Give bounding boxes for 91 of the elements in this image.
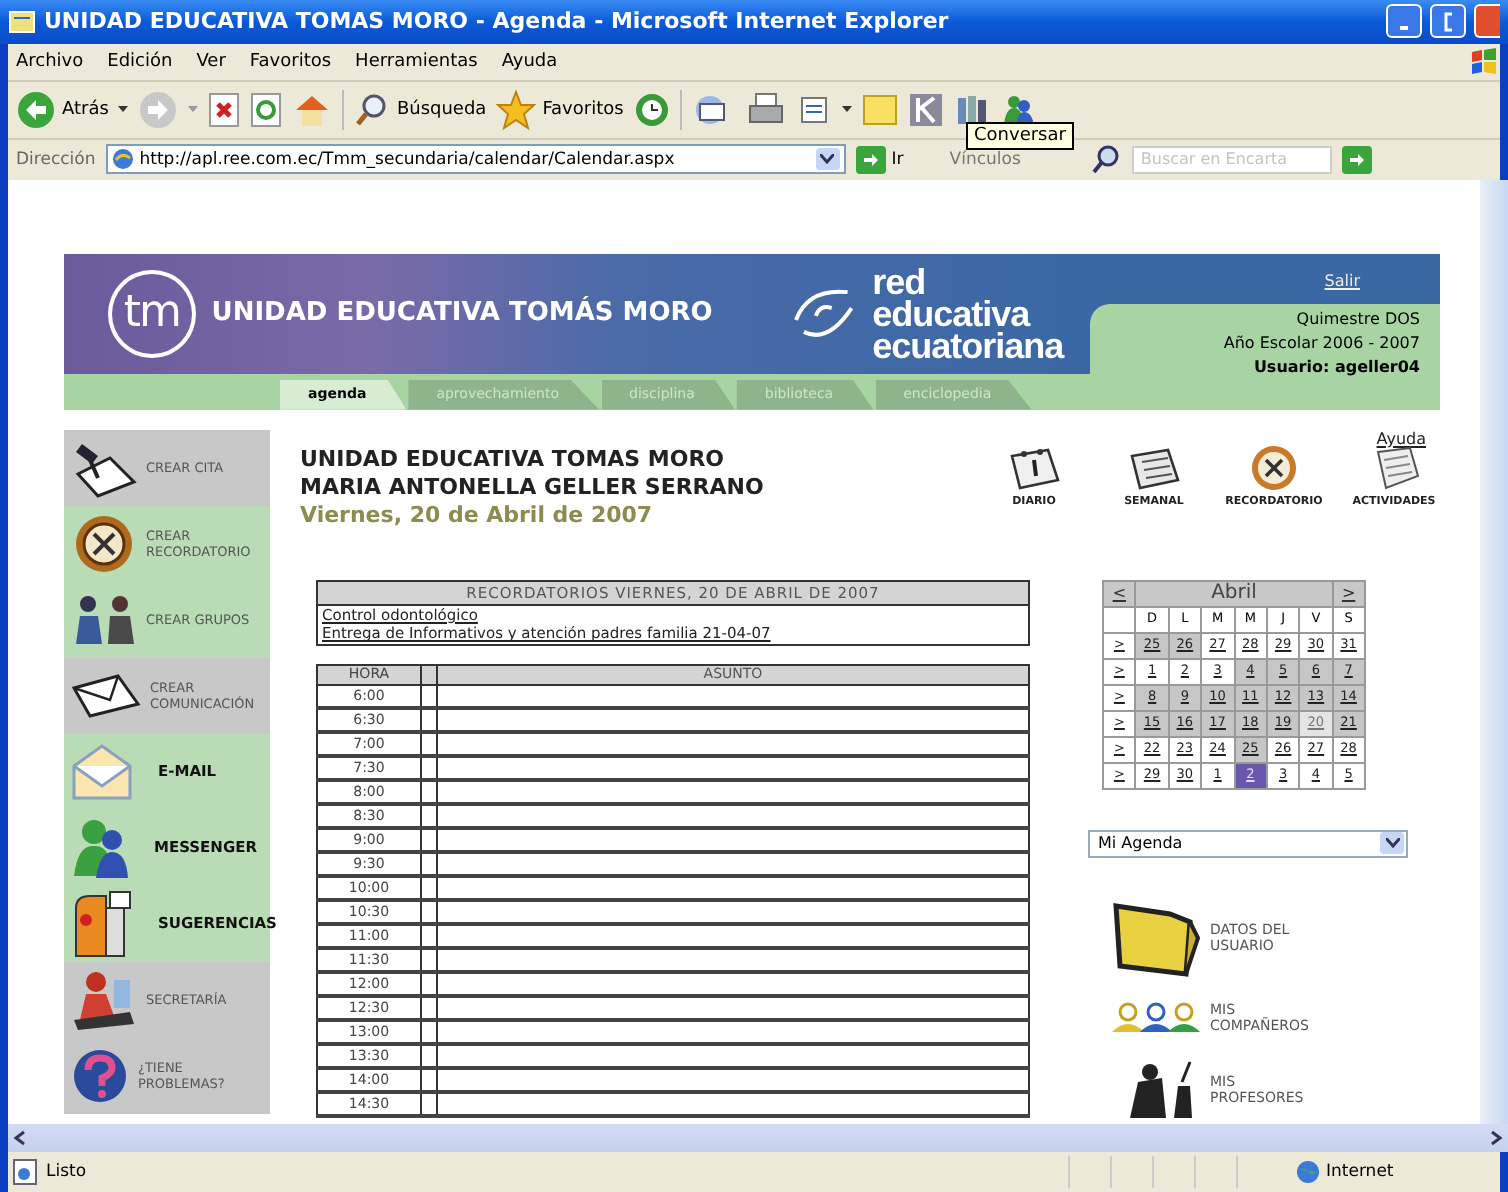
star-icon [496,89,537,130]
subject-cell[interactable] [437,1020,1029,1045]
school-heading: UNIDAD EDUCATIVA TOMAS MORO [300,445,727,474]
subject-cell[interactable] [437,780,1029,805]
encarta-search-field[interactable]: Buscar en Encarta [1132,145,1333,174]
subject-cell[interactable] [437,876,1029,901]
right-arrow-icon [1348,151,1367,168]
logout-link[interactable]: Salir [1324,271,1360,304]
menu-item[interactable]: Ayuda [501,51,558,72]
scroll-right-icon[interactable] [1488,1130,1504,1147]
close-button[interactable] [1474,4,1500,39]
links-label[interactable]: Vínculos [949,149,1021,170]
browser-icon [8,7,36,36]
globe-icon [1296,1160,1320,1185]
month-title: Abril [1211,582,1257,605]
dropdown-arrow-icon[interactable] [815,148,840,171]
minimize-icon [1400,25,1408,30]
menu-item[interactable]: Edición [107,51,173,72]
group-of-people-icon [1110,1001,1202,1034]
history-icon[interactable] [633,91,670,128]
tooltip: Conversar [966,121,1074,150]
term-label: Quimestre DOS [1296,309,1420,328]
security-zone-label: Internet [1326,1162,1394,1183]
school-name: UNIDAD EDUCATIVA TOMÁS MORO [211,298,713,329]
letter-k-icon[interactable] [907,91,944,128]
mailbox-icon [70,887,134,960]
subject-cell[interactable] [437,828,1029,853]
subject-cell[interactable] [437,684,1029,709]
maximize-button[interactable] [1430,4,1466,39]
dropdown-caret-icon[interactable] [118,106,129,113]
clock-icon [70,511,138,576]
refresh-icon[interactable] [250,91,283,128]
subject-cell[interactable] [437,756,1029,781]
subject-cell[interactable] [437,996,1029,1021]
minimize-button[interactable] [1386,4,1422,39]
folder-icon [1110,897,1202,978]
books-icon[interactable] [953,91,990,128]
search-go-button[interactable] [1342,145,1373,174]
subject-cell[interactable] [437,948,1029,973]
menu-item[interactable]: Favoritos [249,51,332,72]
search-button[interactable]: Búsqueda [354,91,487,128]
question-mark-icon [70,1047,130,1104]
favorites-button[interactable]: Favoritos [496,89,624,130]
subject-cell[interactable] [437,708,1029,733]
vertical-scrollbar[interactable] [1480,179,1508,1125]
student-name: MARIA ANTONELLA GELLER SERRANO [300,473,766,502]
school-year-label: Año Escolar 2006 - 2007 [1223,333,1420,352]
two-people-icon [70,591,138,648]
menu-item[interactable]: Ver [196,51,226,72]
horizontal-scrollbar[interactable] [8,1124,1508,1153]
subject-cell[interactable] [437,924,1029,949]
subject-cell[interactable] [437,852,1029,877]
person-at-desk-icon [70,967,138,1032]
school-logo: tm [108,269,196,358]
clock-icon [1248,443,1300,492]
page-icon [12,1158,40,1187]
person-icon [70,815,130,880]
username-label: Usuario: ageller04 [1253,357,1420,376]
dropdown-caret-icon[interactable] [841,106,852,113]
document-icon[interactable] [795,91,832,128]
printer-icon[interactable] [745,91,786,128]
address-field[interactable]: http://apl.ree.com.ec/Tmm_secundaria/calendar/Calendar.aspx [105,144,846,175]
network-logo-text: red educativa ecuatoriana [872,265,1067,362]
subject-cell[interactable] [437,732,1029,757]
help-link[interactable]: Ayuda [1376,429,1426,448]
window-title: UNIDAD EDUCATIVA TOMAS MORO - Agenda - Microsoft Internet Explorer [44,8,951,35]
right-arrow-icon [861,151,880,168]
dropdown-arrow-icon[interactable] [1380,832,1404,855]
scroll-left-icon[interactable] [12,1130,28,1147]
search-icon[interactable] [1090,143,1123,176]
subject-cell[interactable] [437,972,1029,997]
status-text: Listo [46,1162,87,1183]
envelope-icon [70,671,142,720]
subject-cell[interactable] [437,1068,1029,1093]
subject-cell[interactable] [437,1044,1029,1069]
envelope-icon [70,741,134,802]
agenda-dropdown[interactable]: Mi Agenda [1088,829,1408,858]
maximize-icon [1444,11,1452,32]
menu-item[interactable]: Herramientas [355,51,478,72]
search-icon [354,91,391,128]
stop-icon[interactable] [208,91,241,128]
subject-cell[interactable] [437,900,1029,925]
home-icon[interactable] [292,91,333,128]
back-button[interactable]: Atrás [16,89,109,130]
windows-flag-icon [1468,45,1500,78]
subject-cell[interactable] [437,1092,1029,1117]
menu-item[interactable]: Archivo [16,51,84,72]
subject-cell[interactable] [437,804,1029,829]
page-icon [111,148,134,171]
address-label: Dirección [16,149,96,170]
date-heading: Viernes, 20 de Abril de 2007 [300,501,655,530]
